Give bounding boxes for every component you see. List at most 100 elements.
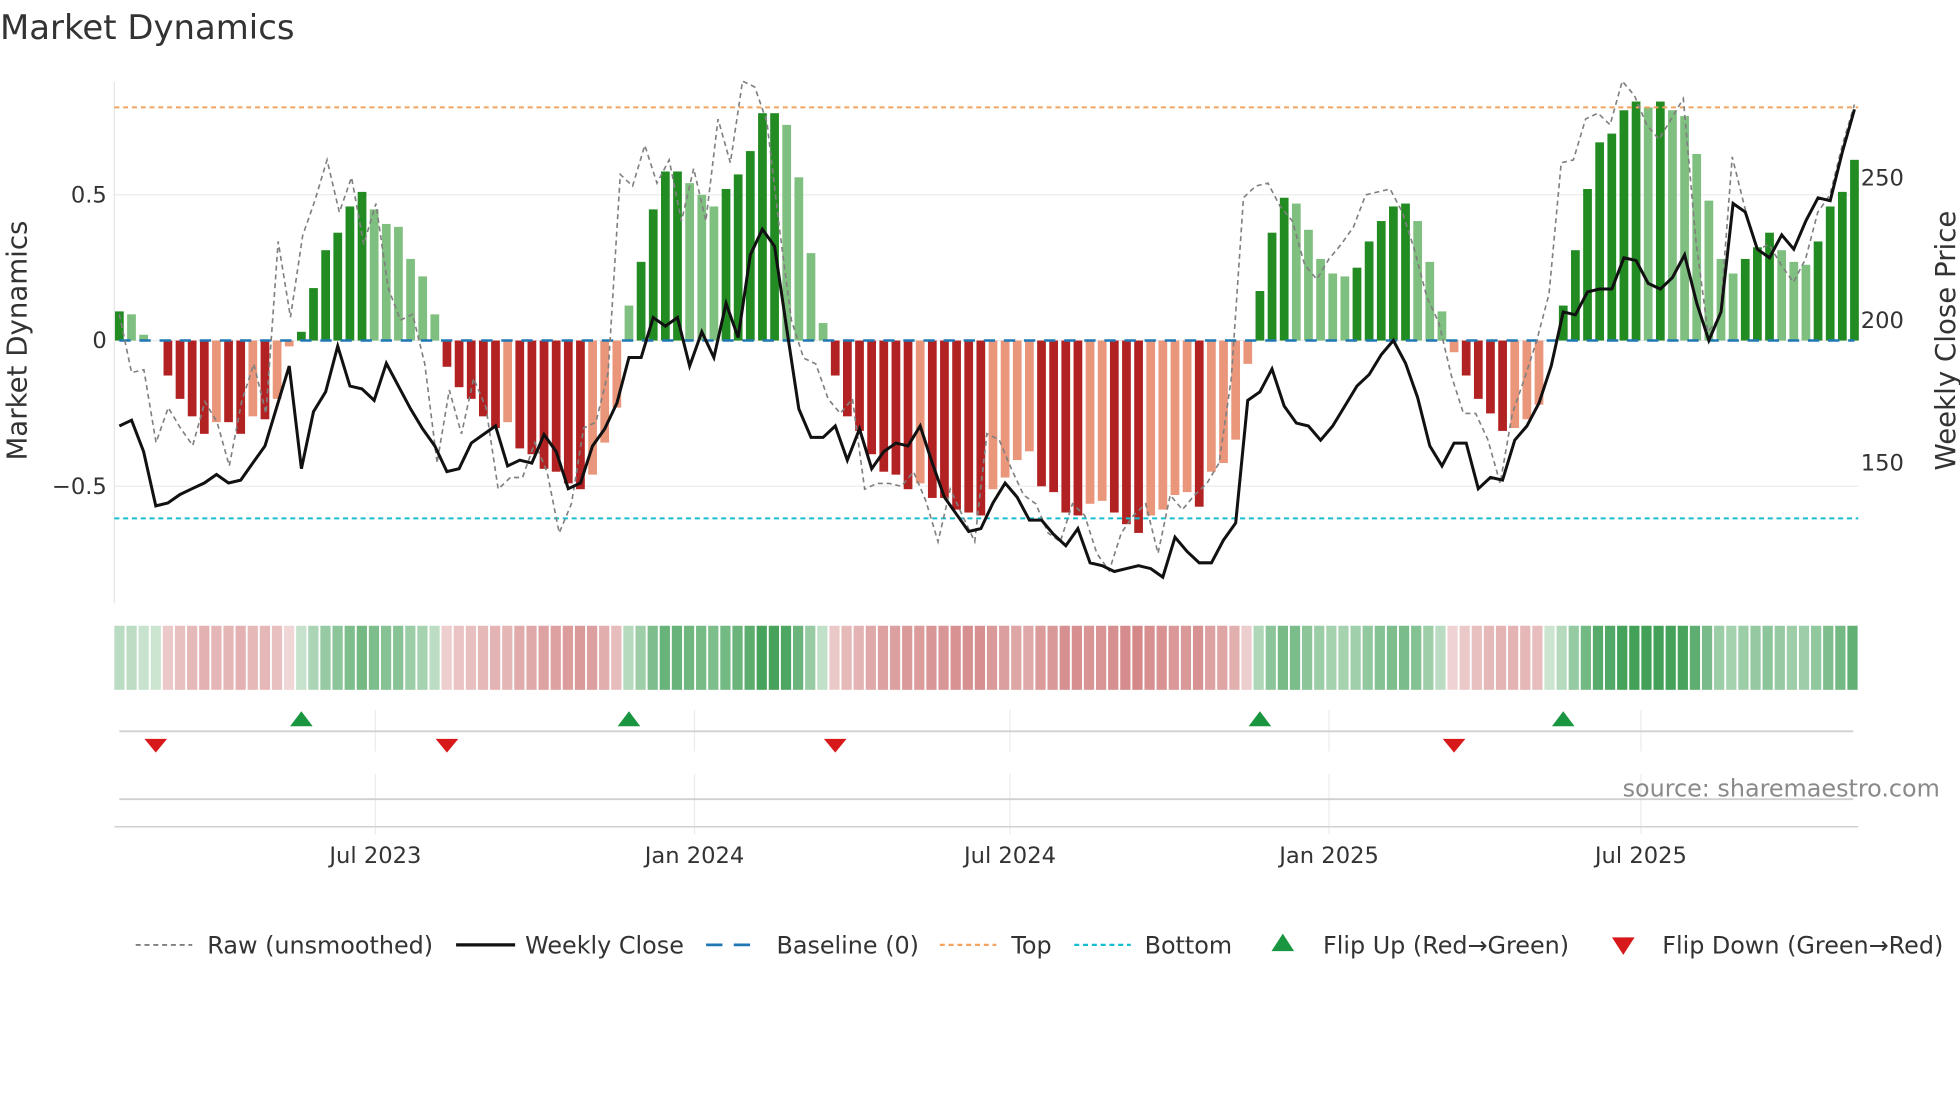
heat-strip-cell <box>150 625 161 690</box>
heat-strip-cell <box>562 625 573 690</box>
heat-strip-cell <box>586 625 598 690</box>
momentum-bar <box>1389 206 1398 341</box>
flip-up-marker <box>1248 711 1272 727</box>
heat-strip-cell <box>1265 625 1276 690</box>
heat-strip-cell <box>465 625 477 690</box>
heat-strip-cell <box>1701 625 1713 690</box>
heat-strip-cell <box>1229 625 1240 690</box>
momentum-bar <box>1219 340 1228 463</box>
momentum-bar <box>515 340 525 449</box>
heat-strip-cell <box>1398 625 1410 690</box>
momentum-bar <box>867 340 877 455</box>
heat-strip-cell <box>1762 625 1773 690</box>
heat-strip-cell <box>1205 625 1216 690</box>
heat-strip-cell <box>1362 625 1373 690</box>
heat-strip-cell <box>720 625 731 690</box>
heat-strip-cell <box>1180 625 1192 690</box>
heat-strip-cell <box>1423 625 1434 690</box>
momentum-bar <box>1170 340 1180 496</box>
heat-strip-cell <box>1798 625 1810 690</box>
heat-strip-cell <box>1738 625 1749 690</box>
legend-label: Top <box>1010 932 1051 960</box>
momentum-bar <box>988 340 998 490</box>
momentum-bar <box>915 340 925 484</box>
heat-strip-cell <box>1120 625 1131 690</box>
heat-strip-cell <box>1241 625 1252 690</box>
heat-strip-cell <box>259 625 270 690</box>
y-axis-label: Market Dynamics <box>0 221 33 461</box>
momentum-bar <box>1000 340 1010 478</box>
heat-strip-cell <box>768 625 780 690</box>
heat-strip-cell <box>756 625 767 690</box>
heat-strip-cell <box>817 625 828 690</box>
momentum-bar <box>1486 340 1495 414</box>
momentum-bar <box>1073 340 1083 516</box>
momentum-bar <box>127 314 136 341</box>
momentum-bar <box>770 113 779 341</box>
heat-strip-cell <box>1374 625 1385 690</box>
y-tick-label: −0.5 <box>52 474 107 500</box>
heat-strip-cell <box>1617 625 1628 690</box>
heat-strip-cell <box>732 625 743 690</box>
heat-strip-cell <box>1144 625 1155 690</box>
momentum-bar <box>940 340 949 498</box>
momentum-bar <box>369 209 379 341</box>
source-label: source: sharemaestro.com <box>1623 775 1940 803</box>
momentum-bar <box>952 340 961 510</box>
heat-strip-cell <box>1095 625 1107 690</box>
heat-strip-cell <box>1386 625 1398 690</box>
momentum-bar <box>1583 188 1592 341</box>
momentum-bar <box>1728 273 1738 341</box>
momentum-bar <box>624 305 634 341</box>
momentum-bar <box>1571 250 1580 341</box>
heat-strip-cell <box>829 625 840 690</box>
momentum-bar <box>1146 340 1156 516</box>
momentum-bar <box>1279 197 1289 341</box>
heat-strip-cell <box>574 625 586 690</box>
momentum-bar <box>187 340 197 417</box>
momentum-bar <box>1631 101 1641 341</box>
flip-up-marker <box>1551 711 1575 727</box>
heat-strip-cell <box>671 625 683 690</box>
heat-strip-cell <box>1302 625 1313 690</box>
heat-strip-cell <box>126 625 137 690</box>
heat-strip-cell <box>380 625 392 690</box>
x-tick-label: Jul 2025 <box>1593 843 1687 869</box>
heat-strip-cell <box>999 625 1010 690</box>
heat-strip-cell <box>647 625 658 690</box>
momentum-bar <box>1668 110 1677 341</box>
momentum-bar <box>309 288 318 341</box>
heat-strip-cell <box>211 625 222 690</box>
momentum-bar <box>442 340 452 367</box>
momentum-bar <box>1267 232 1277 341</box>
momentum-bar <box>1109 340 1119 513</box>
momentum-bar <box>1085 340 1095 504</box>
momentum-bar <box>1607 133 1617 341</box>
heat-strip-cell <box>1774 625 1785 690</box>
momentum-bar <box>1740 258 1750 341</box>
momentum-bar <box>661 171 670 341</box>
heat-strip-cell <box>877 625 889 690</box>
heat-strip-cell <box>1289 625 1301 690</box>
heat-strip-cell <box>223 625 234 690</box>
momentum-bar <box>818 323 828 341</box>
heat-strip-cell <box>1641 625 1652 690</box>
momentum-bar <box>1049 340 1059 493</box>
momentum-bar <box>1413 221 1423 341</box>
heat-strip-cell <box>174 625 186 690</box>
heat-strip-cell <box>805 625 816 690</box>
heat-strip-cell <box>841 625 852 690</box>
momentum-bar <box>964 340 974 513</box>
y2-ticks: 250 200 150 <box>1861 165 1904 476</box>
heat-strip-cell <box>1059 625 1070 690</box>
raw-unsmoothed-line <box>118 79 1856 573</box>
momentum-bar <box>636 261 646 341</box>
momentum-bar <box>1012 340 1022 461</box>
heat-strip-cell <box>974 625 986 690</box>
heat-strip-cell <box>320 625 331 690</box>
heat-strip-cell <box>1604 625 1616 690</box>
momentum-bar <box>1498 340 1507 431</box>
momentum-bar <box>1328 273 1338 341</box>
flip-down-marker <box>1442 738 1466 753</box>
momentum-bar <box>1461 340 1471 376</box>
